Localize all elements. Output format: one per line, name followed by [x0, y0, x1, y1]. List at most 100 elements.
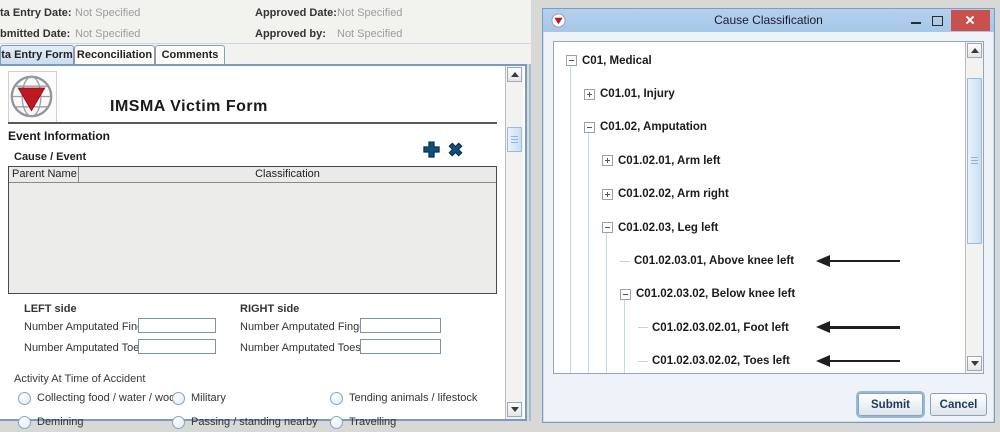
add-cause-button[interactable] — [421, 139, 442, 160]
activity-radio-option[interactable]: Passing / standing nearby — [172, 410, 330, 432]
radio-option-label: Passing / standing nearby — [191, 416, 318, 428]
right-side-heading: RIGHT side — [240, 303, 299, 315]
collapse-icon[interactable] — [620, 289, 631, 300]
tab-reconciliation[interactable]: Reconciliation — [74, 45, 155, 64]
expand-icon[interactable] — [602, 155, 613, 166]
tree-leaf-connector — [638, 361, 648, 362]
tree-item-label[interactable]: C01.02.03.02.01, Foot left — [652, 322, 789, 334]
down-arrow-icon — [511, 407, 519, 412]
tree-item-label[interactable]: C01, Medical — [582, 55, 652, 67]
submitted-date-value: Not Specified — [75, 28, 140, 40]
scrollbar-thumb[interactable] — [967, 78, 982, 244]
maximize-button[interactable] — [931, 15, 944, 27]
radio-option-label: Tending animals / lifestock — [349, 392, 477, 404]
tree-item[interactable]: C01.02.01, Arm left — [554, 144, 965, 177]
dialog-titlebar[interactable]: Cause Classification — [543, 9, 994, 32]
right-toes-label: Number Amputated Toes — [240, 342, 361, 354]
tree-indent — [554, 327, 638, 328]
tab-comments[interactable]: Comments — [155, 45, 225, 64]
column-header-classification: Classification — [79, 168, 496, 180]
tree-item-label[interactable]: C01.02, Amputation — [600, 121, 707, 133]
left-fingers-input[interactable] — [138, 318, 216, 333]
tree-scrollbar[interactable] — [965, 42, 983, 373]
delete-cross-icon — [446, 140, 465, 159]
tree-item[interactable]: C01, Medical — [554, 44, 965, 77]
expand-icon[interactable] — [602, 189, 613, 200]
tree-item[interactable]: C01.02.02, Arm right — [554, 178, 965, 211]
approved-by-label: Approved by: — [255, 28, 326, 40]
right-fingers-input[interactable] — [360, 318, 441, 333]
radio-button-icon[interactable] — [18, 392, 31, 405]
cancel-button[interactable]: Cancel — [930, 393, 987, 416]
scroll-up-button[interactable] — [967, 43, 982, 58]
scroll-down-button[interactable] — [507, 402, 522, 417]
tree-item-label[interactable]: C01.02.03.02, Below knee left — [636, 288, 795, 300]
tab-data-entry-form[interactable]: ta Entry Form — [0, 45, 74, 64]
radio-button-icon[interactable] — [330, 416, 343, 429]
annotation-arrow-icon — [816, 255, 900, 268]
tree-item-label[interactable]: C01.02.02, Arm right — [618, 188, 729, 200]
left-toes-input[interactable] — [138, 339, 216, 354]
up-arrow-icon — [511, 72, 519, 77]
tree-item-label[interactable]: C01.02.01, Arm left — [618, 155, 720, 167]
activity-radio-option[interactable]: Military — [172, 386, 330, 410]
tree-leaf-connector — [620, 261, 630, 262]
scroll-down-button[interactable] — [967, 356, 982, 371]
scroll-up-button[interactable] — [507, 67, 522, 82]
approved-by-value: Not Specified — [337, 28, 402, 40]
radio-option-label: Military — [191, 392, 226, 404]
right-toes-input[interactable] — [360, 339, 441, 354]
column-header-parent-name: Parent Name — [12, 168, 77, 180]
tree-item[interactable]: C01.02.03, Leg left — [554, 211, 965, 244]
tree-indent — [554, 261, 620, 262]
tree-item-label[interactable]: C01.02.03, Leg left — [618, 222, 718, 234]
tree-item[interactable]: C01.01, Injury — [554, 77, 965, 110]
down-arrow-icon — [971, 361, 979, 366]
radio-option-label: Travelling — [349, 416, 396, 428]
tree-indent — [554, 60, 566, 61]
annotation-arrow-icon — [816, 355, 900, 368]
tree-item[interactable]: C01.02.03.02.01, Foot left — [554, 311, 965, 344]
collapse-icon[interactable] — [566, 55, 577, 66]
submit-button[interactable]: Submit — [858, 393, 923, 416]
delete-cause-button[interactable] — [445, 139, 466, 160]
close-button[interactable] — [951, 10, 990, 31]
radio-option-label: Collecting food / water / wood — [37, 392, 181, 404]
form-scrollbar[interactable] — [505, 66, 523, 419]
activity-radio-option[interactable]: Tending animals / lifestock — [330, 386, 477, 410]
tree-item[interactable]: C01.02.03.02.02, Toes left — [554, 345, 965, 374]
approved-date-label: Approved Date: — [255, 7, 337, 19]
left-toes-label: Number Amputated Toes — [24, 342, 145, 354]
tree-rows: C01, Medical C01.01, Injury C01.02, Amputa… — [554, 42, 965, 373]
tree-item-label[interactable]: C01.02.03.01, Above knee left — [634, 255, 794, 267]
activity-radio-option[interactable]: Collecting food / water / wood — [18, 386, 172, 410]
tab-bar: ta Entry Form Reconciliation Comments — [0, 44, 531, 64]
collapse-icon[interactable] — [584, 122, 595, 133]
tree-item-label[interactable]: C01.02.03.02.02, Toes left — [652, 355, 790, 367]
radio-button-icon[interactable] — [18, 416, 31, 429]
add-plus-icon — [422, 140, 441, 159]
event-information-heading: Event Information — [8, 129, 110, 143]
minimize-button[interactable] — [909, 15, 923, 29]
activity-radio-option[interactable]: Demining — [18, 410, 172, 432]
record-status-header: ta Entry Date: Not Specified Approved Da… — [0, 0, 531, 44]
up-arrow-icon — [971, 48, 979, 53]
radio-option-label: Demining — [37, 416, 83, 428]
radio-button-icon[interactable] — [172, 416, 185, 429]
data-entry-date-value: Not Specified — [75, 7, 140, 19]
tree-item[interactable]: C01.02, Amputation — [554, 111, 965, 144]
tree-item[interactable]: C01.02.03.02, Below knee left — [554, 278, 965, 311]
title-divider — [8, 122, 497, 124]
dialog-window: Cause Classification C01, Medical C01.01,… — [542, 8, 995, 423]
activity-radio-option[interactable]: Travelling — [330, 410, 477, 432]
form-title: IMSMA Victim Form — [110, 98, 268, 116]
tree-item[interactable]: C01.02.03.01, Above knee left — [554, 244, 965, 277]
scrollbar-thumb[interactable] — [507, 127, 522, 152]
tree-indent — [554, 194, 602, 195]
expand-icon[interactable] — [584, 89, 595, 100]
radio-button-icon[interactable] — [330, 392, 343, 405]
tree-leaf-connector — [638, 327, 648, 328]
radio-button-icon[interactable] — [172, 392, 185, 405]
tree-item-label[interactable]: C01.01, Injury — [600, 88, 675, 100]
collapse-icon[interactable] — [602, 222, 613, 233]
